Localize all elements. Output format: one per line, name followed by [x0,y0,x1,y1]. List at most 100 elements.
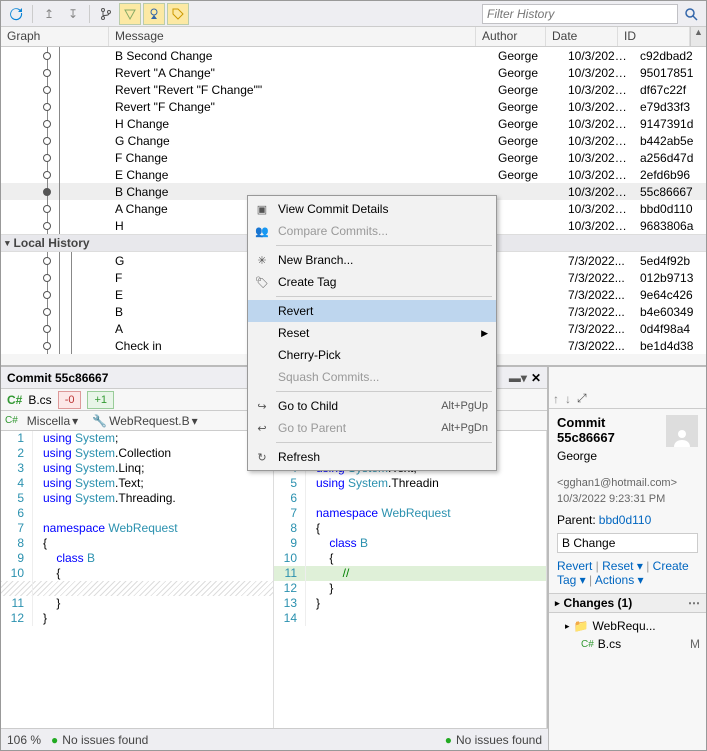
filter-first-icon[interactable] [119,3,141,25]
diff-title: Commit 55c86667 [7,371,108,385]
commit-action[interactable]: Reset ▾ [602,559,653,573]
branch-icon[interactable] [95,3,117,25]
close-icon[interactable]: ✕ [531,371,541,385]
submenu-icon: ▶ [481,328,488,339]
cell-date: 10/3/2022... [562,83,634,97]
more-icon[interactable]: ⋯ [688,596,700,610]
file-name[interactable]: B.cs [28,393,51,407]
cell-id: be1d4d38 [634,339,706,353]
cell-id: 95017851 [634,66,706,80]
cell-date: 10/3/2022... [562,219,634,233]
col-message[interactable]: Message [109,27,476,46]
status-bar: 106 % ●No issues found ●No issues found [1,728,548,750]
changes-header[interactable]: ▸ Changes (1) ⋯ [549,593,706,613]
csharp-icon: C# [7,393,22,407]
diff-added-count: +1 [87,391,114,409]
col-date[interactable]: Date [546,27,618,46]
parent-label: Parent: [557,513,596,527]
code-line: 13} [274,596,546,611]
refresh-icon: ↻ [254,449,270,465]
issues-status: No issues found [62,733,148,747]
history-columns: Graph Message Author Date ID ▲ [1,27,706,47]
cell-author: George [492,66,562,80]
menu-item-go-to-child[interactable]: ↪Go to ChildAlt+PgUp [248,395,496,417]
code-line: 11 // [274,566,546,581]
parentgo-icon: ↩ [254,420,270,436]
cell-date: 10/3/2022... [562,151,634,165]
commit-details-pane: ↑ ↓ ⤢ Commit 55c86667 George <gghan1@hot… [548,367,706,750]
history-row[interactable]: B Second ChangeGeorge10/3/2022...c92dbad… [1,47,706,64]
menu-item-refresh[interactable]: ↻Refresh [248,446,496,468]
scroll-up-icon[interactable]: ▲ [690,27,706,46]
menu-item-view-commit-details[interactable]: ▣View Commit Details [248,198,496,220]
history-row[interactable]: Revert "A Change"George10/3/2022...95017… [1,64,706,81]
cell-msg: E Change [109,168,492,182]
menu-item-label: Squash Commits... [278,370,379,384]
cell-id: e79d33f3 [634,100,706,114]
menu-item-label: Compare Commits... [278,224,388,238]
diff-nav-next-icon[interactable]: ↓ [565,392,571,406]
detail-icon: ▣ [254,201,270,217]
commit-author: George [557,449,698,463]
cell-date: 10/3/2022... [562,134,634,148]
tree-file[interactable]: C# B.cs M [555,635,700,653]
col-graph[interactable]: Graph [1,27,109,46]
refresh-icon[interactable] [5,3,27,25]
cell-date: 7/3/2022... [562,305,634,319]
history-row[interactable]: Revert "Revert "F Change""George10/3/202… [1,81,706,98]
menu-item-cherry-pick[interactable]: Cherry-Pick [248,344,496,366]
class-dropdown-left[interactable]: 🔧 WebRequest.B ▾ [87,413,202,429]
menu-item-create-tag[interactable]: 🏷Create Tag [248,271,496,293]
menu-item-reset[interactable]: Reset▶ [248,322,496,344]
commit-message: B Change [557,533,698,553]
cell-author: George [492,117,562,131]
cell-date: 7/3/2022... [562,322,634,336]
cell-date: 10/3/2022... [562,185,634,199]
commit-action[interactable]: Actions ▾ [595,573,644,587]
cell-date: 10/3/2022... [562,117,634,131]
cell-date: 10/3/2022... [562,49,634,63]
history-row[interactable]: H ChangeGeorge10/3/2022...9147391d [1,115,706,132]
check-icon: ● [51,733,58,747]
tree-folder[interactable]: ▸ 📁 WebRequ... [555,617,700,635]
filter-history-input[interactable] [482,4,678,24]
history-row[interactable]: E ChangeGeorge10/3/2022...2efd6b96 [1,166,706,183]
diff-right: 2using System.Collecti3using System.Linq… [274,431,547,750]
window-dropdown-icon[interactable]: ▬▾ [509,371,527,385]
cell-date: 10/3/2022... [562,168,634,182]
incoming-icon[interactable]: ↧ [62,3,84,25]
file-status: M [690,637,700,651]
namespace-dropdown-left[interactable]: Miscella ▾ [22,413,83,429]
commit-action[interactable]: Revert [557,559,602,573]
zoom-level[interactable]: 106 % [7,733,41,747]
cell-id: c92dbad2 [634,49,706,63]
outgoing-icon[interactable]: ↥ [38,3,60,25]
toolbar: ↥ ↧ [1,1,706,27]
history-row[interactable]: G ChangeGeorge10/3/2022...b442ab5e [1,132,706,149]
history-row[interactable]: Revert "F Change"George10/3/2022...e79d3… [1,98,706,115]
col-id[interactable]: ID [618,27,690,46]
code-line: 8{ [1,536,273,551]
filter-tags-icon[interactable] [167,3,189,25]
filter-remote-icon[interactable] [143,3,165,25]
diff-expand-icon[interactable]: ⤢ [577,391,587,406]
commit-actions: RevertReset ▾Create Tag ▾Actions ▾ [557,559,698,587]
search-icon[interactable] [680,3,702,25]
menu-item-new-branch-[interactable]: ✳New Branch... [248,249,496,271]
col-author[interactable]: Author [476,27,546,46]
code-line: 6 [274,491,546,506]
compare-icon: 👥 [254,223,270,239]
diff-nav-prev-icon[interactable]: ↑ [553,392,559,406]
context-menu: ▣View Commit Details 👥 Compare Commits... ✳… [247,195,497,471]
code-line: 10 { [274,551,546,566]
menu-item-squash-commits-: Squash Commits... [248,366,496,388]
cell-author: George [492,168,562,182]
menu-item-label: Cherry-Pick [278,348,341,362]
parent-link[interactable]: bbd0d110 [599,513,652,527]
menu-item-label: New Branch... [278,253,353,267]
cell-msg: B Second Change [109,49,492,63]
menu-item-revert[interactable]: Revert [248,300,496,322]
cell-id: 0d4f98a4 [634,322,706,336]
history-row[interactable]: F ChangeGeorge10/3/2022...a256d47d [1,149,706,166]
code-line [1,581,273,596]
